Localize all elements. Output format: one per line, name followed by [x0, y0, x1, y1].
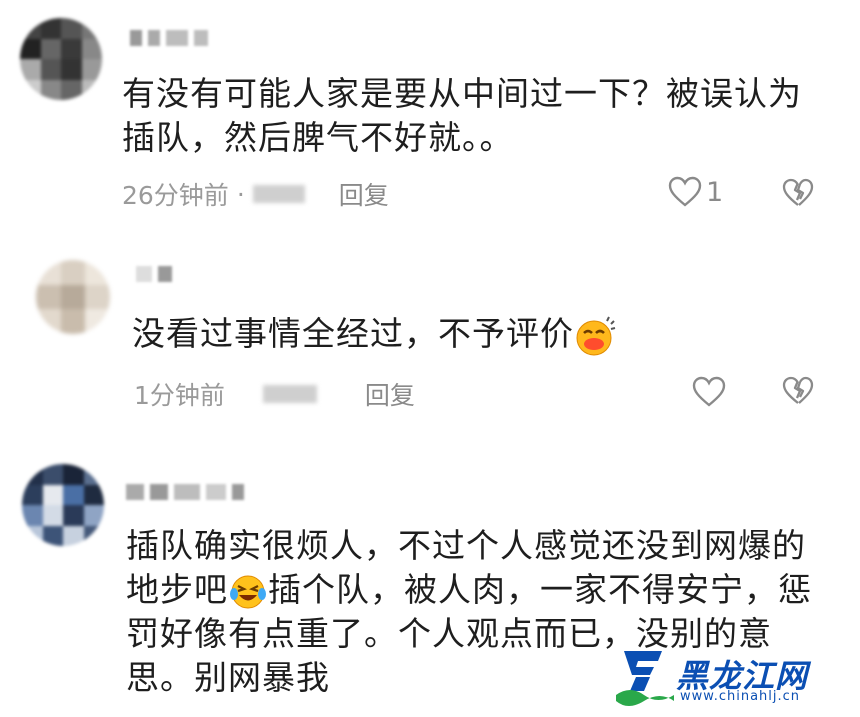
username-redacted[interactable] [126, 484, 244, 500]
ip-location-redacted [262, 385, 317, 403]
ip-location-redacted [252, 185, 305, 203]
comment-text: 没看过事情全经过，不予评价 [132, 312, 616, 357]
broken-heart-icon [782, 376, 814, 404]
broken-heart-icon [782, 178, 814, 206]
comment-line: 地步吧 插个队，被人肉，一家不得安宁，惩 [126, 568, 812, 612]
comment-line: 插队，然后脾气不好就。。 [122, 118, 514, 157]
comment-1: 有没有可能人家是要从中间过一下？被误认为 插队，然后脾气不好就。。 26分钟前 … [0, 0, 860, 230]
like-count: 1 [706, 176, 724, 208]
dislike-button[interactable] [782, 376, 814, 410]
chinahlj-logo-icon [616, 651, 674, 706]
meta-separator: · [236, 179, 245, 209]
username-redacted[interactable] [130, 30, 208, 46]
heart-outline-icon [668, 176, 702, 207]
comment-meta: 1分钟前 回复 [134, 376, 415, 412]
comment-line-part: 插个队，被人肉，一家不得安宁，惩 [268, 570, 812, 609]
watermark-url: www.chinahlj.cn [680, 689, 801, 704]
timestamp: 1分钟前 [134, 381, 225, 410]
avatar[interactable] [22, 464, 104, 546]
like-button[interactable] [692, 376, 730, 408]
comment-meta: 26分钟前 · 回复 [122, 176, 389, 212]
comment-line: 插队确实很烦人，不过个人感觉还没到网爆的 [126, 526, 806, 565]
comment-text: 有没有可能人家是要从中间过一下？被误认为 插队，然后脾气不好就。。 [122, 72, 802, 160]
heart-outline-icon [692, 376, 726, 407]
timestamp: 26分钟前 [122, 181, 229, 210]
comment-line: 有没有可能人家是要从中间过一下？被误认为 [122, 74, 802, 113]
watermark-logo: 黑龙江网 www.chinahlj.cn [614, 645, 854, 711]
username-redacted[interactable] [136, 266, 172, 282]
dislike-button[interactable] [782, 178, 814, 212]
avatar[interactable] [36, 260, 110, 334]
avatar[interactable] [20, 18, 102, 100]
comment-line: 没看过事情全经过，不予评价 [132, 314, 574, 353]
comment-2: 没看过事情全经过，不予评价 1分钟前 回复 [0, 230, 860, 430]
like-button[interactable]: 1 [668, 176, 723, 208]
comment-line-part: 地步吧 [126, 570, 228, 609]
reply-button[interactable]: 回复 [365, 376, 415, 412]
laughing-tears-emoji [230, 575, 266, 608]
reply-button[interactable]: 回复 [339, 176, 389, 212]
sweat-smile-emoji [576, 316, 616, 355]
